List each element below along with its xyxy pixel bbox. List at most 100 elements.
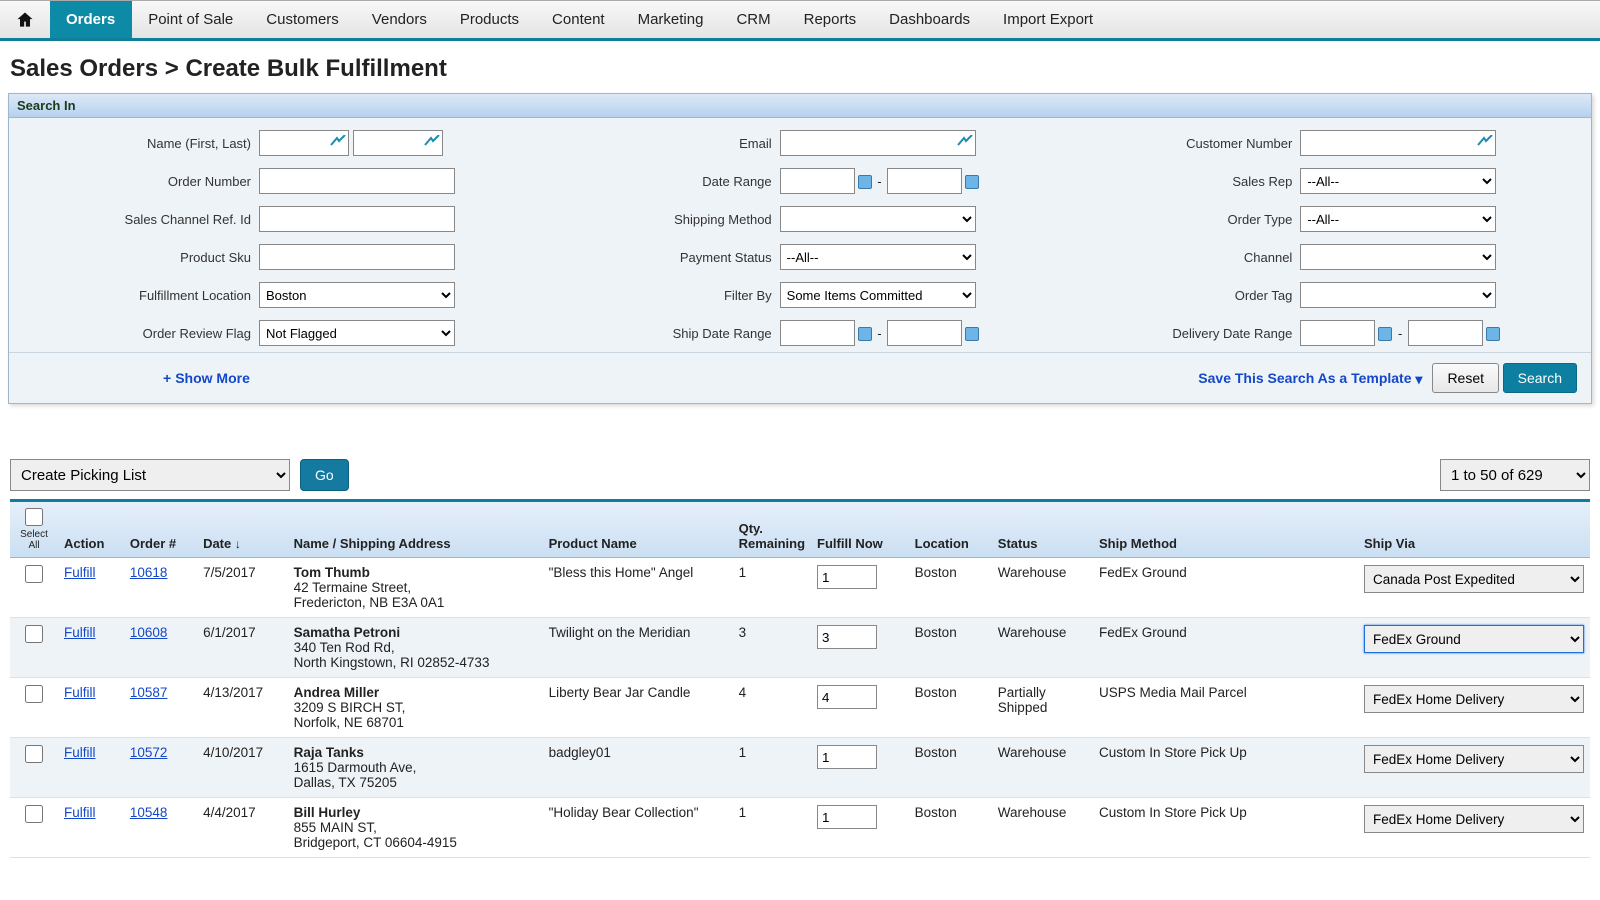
order-tag-select[interactable] bbox=[1300, 282, 1496, 308]
nav-tab-orders[interactable]: Orders bbox=[50, 1, 132, 38]
ship-via-select[interactable]: FedEx Home Delivery bbox=[1364, 685, 1584, 713]
order-type-label: Order Type bbox=[1060, 212, 1300, 227]
ship-via-select[interactable]: FedEx Home Delivery bbox=[1364, 805, 1584, 833]
customer-number-input[interactable] bbox=[1300, 130, 1496, 156]
order-review-flag-label: Order Review Flag bbox=[19, 326, 259, 341]
product-sku-input[interactable] bbox=[259, 244, 455, 270]
first-name-input[interactable] bbox=[259, 130, 349, 156]
order-review-flag-select[interactable]: Not Flagged bbox=[259, 320, 455, 346]
row-name-address: Raja Tanks1615 Darmouth Ave,Dallas, TX 7… bbox=[288, 738, 543, 798]
sales-channel-ref-input[interactable] bbox=[259, 206, 455, 232]
ship-via-select[interactable]: Canada Post Expedited bbox=[1364, 565, 1584, 593]
calendar-icon[interactable] bbox=[1486, 327, 1500, 341]
col-action[interactable]: Action bbox=[58, 502, 124, 558]
nav-tab-point-of-sale[interactable]: Point of Sale bbox=[132, 1, 250, 38]
reset-button[interactable]: Reset bbox=[1432, 363, 1499, 393]
bulk-action-select[interactable]: Create Picking List bbox=[10, 459, 290, 491]
order-number-link[interactable]: 10572 bbox=[130, 745, 168, 760]
order-number-link[interactable]: 10618 bbox=[130, 565, 168, 580]
fulfill-now-input[interactable] bbox=[817, 745, 877, 769]
delivery-date-to-input[interactable] bbox=[1408, 320, 1483, 346]
ship-date-from-input[interactable] bbox=[780, 320, 855, 346]
search-button[interactable]: Search bbox=[1503, 363, 1577, 393]
nav-tab-content[interactable]: Content bbox=[536, 1, 622, 38]
nav-tab-customers[interactable]: Customers bbox=[250, 1, 356, 38]
shipping-method-select[interactable] bbox=[780, 206, 976, 232]
row-location: Boston bbox=[909, 618, 992, 678]
col-date[interactable]: Date ↓ bbox=[197, 502, 288, 558]
order-type-select[interactable]: --All-- bbox=[1300, 206, 1496, 232]
fulfill-now-input[interactable] bbox=[817, 625, 877, 649]
col-order-num[interactable]: Order # bbox=[124, 502, 197, 558]
col-ship-method[interactable]: Ship Method bbox=[1093, 502, 1358, 558]
payment-status-select[interactable]: --All-- bbox=[780, 244, 976, 270]
col-fulfill-now[interactable]: Fulfill Now bbox=[811, 502, 909, 558]
row-status: Warehouse bbox=[992, 618, 1093, 678]
row-checkbox[interactable] bbox=[25, 625, 43, 643]
col-product-name[interactable]: Product Name bbox=[543, 502, 733, 558]
nav-tab-marketing[interactable]: Marketing bbox=[622, 1, 721, 38]
select-all-checkbox[interactable] bbox=[25, 508, 43, 526]
row-qty-remaining: 3 bbox=[733, 618, 811, 678]
fulfill-link[interactable]: Fulfill bbox=[64, 805, 96, 820]
fulfill-now-input[interactable] bbox=[817, 685, 877, 709]
calendar-icon[interactable] bbox=[858, 175, 872, 189]
nav-tab-dashboards[interactable]: Dashboards bbox=[873, 1, 987, 38]
calendar-icon[interactable] bbox=[858, 327, 872, 341]
table-row: Fulfill 10618 7/5/2017 Tom Thumb42 Terma… bbox=[10, 558, 1590, 618]
row-date: 4/4/2017 bbox=[197, 798, 288, 858]
fulfill-link[interactable]: Fulfill bbox=[64, 745, 96, 760]
row-date: 6/1/2017 bbox=[197, 618, 288, 678]
col-qty-remaining[interactable]: Qty.Remaining bbox=[733, 502, 811, 558]
calendar-icon[interactable] bbox=[1378, 327, 1392, 341]
fulfill-link[interactable]: Fulfill bbox=[64, 685, 96, 700]
row-ship-method: Custom In Store Pick Up bbox=[1093, 738, 1358, 798]
fulfill-link[interactable]: Fulfill bbox=[64, 625, 96, 640]
channel-select[interactable] bbox=[1300, 244, 1496, 270]
row-checkbox[interactable] bbox=[25, 745, 43, 763]
delivery-date-from-input[interactable] bbox=[1300, 320, 1375, 346]
row-qty-remaining: 1 bbox=[733, 738, 811, 798]
date-range-to-input[interactable] bbox=[887, 168, 962, 194]
fulfill-link[interactable]: Fulfill bbox=[64, 565, 96, 580]
go-button[interactable]: Go bbox=[300, 459, 349, 491]
nav-tab-crm[interactable]: CRM bbox=[720, 1, 787, 38]
nav-tab-vendors[interactable]: Vendors bbox=[356, 1, 444, 38]
row-status: Warehouse bbox=[992, 798, 1093, 858]
fulfill-now-input[interactable] bbox=[817, 565, 877, 589]
row-name-address: Samatha Petroni340 Ten Rod Rd,North King… bbox=[288, 618, 543, 678]
col-status[interactable]: Status bbox=[992, 502, 1093, 558]
nav-tab-import-export[interactable]: Import Export bbox=[987, 1, 1110, 38]
row-checkbox[interactable] bbox=[25, 565, 43, 583]
name-label: Name (First, Last) bbox=[19, 136, 259, 151]
row-checkbox[interactable] bbox=[25, 805, 43, 823]
row-qty-remaining: 1 bbox=[733, 798, 811, 858]
fulfillment-location-select[interactable]: Boston bbox=[259, 282, 455, 308]
date-range-from-input[interactable] bbox=[780, 168, 855, 194]
calendar-icon[interactable] bbox=[965, 327, 979, 341]
nav-tab-products[interactable]: Products bbox=[444, 1, 536, 38]
email-input[interactable] bbox=[780, 130, 976, 156]
save-template-link[interactable]: Save This Search As a Template ▾ bbox=[1198, 370, 1422, 387]
home-icon[interactable] bbox=[0, 1, 50, 38]
col-location[interactable]: Location bbox=[909, 502, 992, 558]
ship-via-select[interactable]: FedEx Home Delivery bbox=[1364, 745, 1584, 773]
calendar-icon[interactable] bbox=[965, 175, 979, 189]
ship-via-select[interactable]: FedEx Ground bbox=[1364, 625, 1584, 653]
order-number-link[interactable]: 10608 bbox=[130, 625, 168, 640]
filter-by-select[interactable]: Some Items Committed bbox=[780, 282, 976, 308]
nav-tab-reports[interactable]: Reports bbox=[788, 1, 874, 38]
order-number-input[interactable] bbox=[259, 168, 455, 194]
page-range-select[interactable]: 1 to 50 of 629 bbox=[1440, 459, 1590, 491]
show-more-link[interactable]: +Show More bbox=[163, 370, 250, 386]
search-footer: +Show More Save This Search As a Templat… bbox=[9, 352, 1591, 403]
ship-date-to-input[interactable] bbox=[887, 320, 962, 346]
col-ship-via[interactable]: Ship Via bbox=[1358, 502, 1590, 558]
sales-rep-select[interactable]: --All-- bbox=[1300, 168, 1496, 194]
fulfill-now-input[interactable] bbox=[817, 805, 877, 829]
order-number-link[interactable]: 10548 bbox=[130, 805, 168, 820]
order-number-link[interactable]: 10587 bbox=[130, 685, 168, 700]
row-checkbox[interactable] bbox=[25, 685, 43, 703]
last-name-input[interactable] bbox=[353, 130, 443, 156]
col-name-address[interactable]: Name / Shipping Address bbox=[288, 502, 543, 558]
